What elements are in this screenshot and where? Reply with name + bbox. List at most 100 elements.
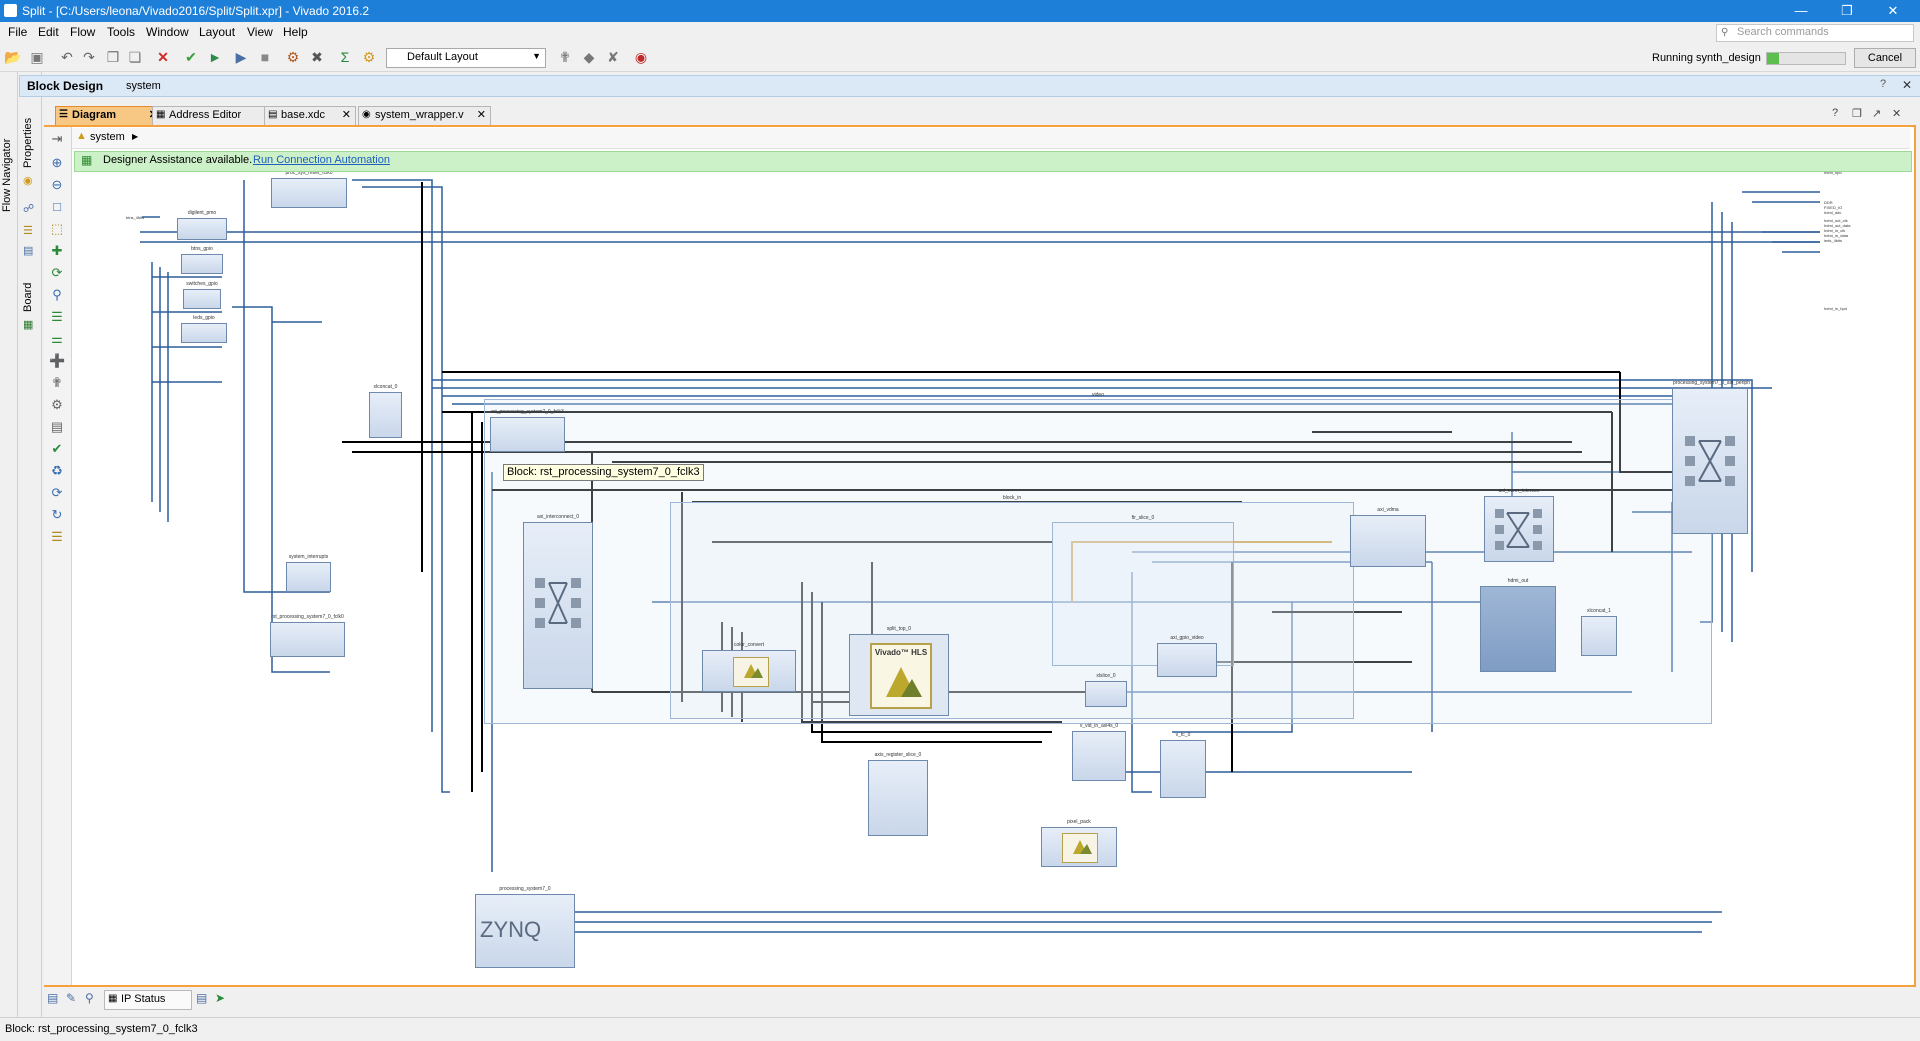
pin-icon[interactable]: ✟ xyxy=(556,48,574,66)
minimize-button[interactable]: — xyxy=(1778,0,1824,22)
close-tab-icon[interactable]: ✕ xyxy=(342,108,351,121)
zynq-processing-system-block[interactable]: processing_system7_0 ZYNQ xyxy=(475,886,575,968)
gear-icon[interactable]: ⚙ xyxy=(360,48,378,66)
menu-flow[interactable]: Flow xyxy=(70,25,95,39)
breadcrumb-system[interactable]: system xyxy=(90,131,125,143)
library-icon[interactable]: ☰ xyxy=(23,224,33,237)
run-all-icon[interactable]: ► xyxy=(206,48,224,66)
log-icon[interactable]: ▤ xyxy=(196,991,207,1005)
validate-design-icon[interactable]: ✔ xyxy=(182,48,200,66)
axi-interconnect-block[interactable]: axi_interconnect_0 xyxy=(523,514,593,689)
settings-icon[interactable]: ⚙ xyxy=(49,397,65,413)
color-convert-block[interactable]: color_convert xyxy=(702,642,796,692)
xlslice-block[interactable]: xlslice_0 xyxy=(1085,673,1127,707)
add-ip-icon[interactable]: ➕ xyxy=(49,353,65,369)
tab-base-xdc[interactable]: ▤ base.xdc ✕ xyxy=(264,106,356,126)
delete-icon[interactable]: ✕ xyxy=(154,48,172,66)
copy-icon[interactable]: ❐ xyxy=(104,48,122,66)
zoom-out-icon[interactable]: ⊖ xyxy=(49,177,65,193)
run-icon[interactable]: ▶ xyxy=(232,48,250,66)
layout-select[interactable]: Default Layout ▼ xyxy=(386,48,546,68)
axi-gpio-video-block[interactable]: axi_gpio_video xyxy=(1157,635,1217,677)
console-icon[interactable]: ▤ xyxy=(47,991,58,1005)
save-icon[interactable]: ▣ xyxy=(28,48,46,66)
system-interrupts-block[interactable]: system_interrupts xyxy=(286,554,331,592)
help-icon[interactable]: ? xyxy=(1880,78,1886,90)
redo-icon[interactable]: ↷ xyxy=(80,48,98,66)
close-window-button[interactable]: ✕ xyxy=(1870,0,1916,22)
rotate-icon[interactable]: ↻ xyxy=(49,507,65,523)
axi-gpio-block-1[interactable]: digilent_pmo xyxy=(177,210,227,240)
close-tab-icon[interactable]: ✕ xyxy=(477,108,486,121)
sum-icon[interactable]: Σ xyxy=(336,48,354,66)
float-icon[interactable]: ↗ xyxy=(1872,107,1881,120)
ruler-icon[interactable]: ☰ xyxy=(49,529,65,545)
ps7-axi-periph-block[interactable]: processing_system7_0_axi_periph xyxy=(1672,380,1750,534)
reports-icon[interactable]: ⚲ xyxy=(85,991,94,1005)
axi-gpio-block-3[interactable]: switches_gpio xyxy=(183,281,221,309)
restore-button[interactable]: ❐ xyxy=(1824,0,1870,22)
stop-icon[interactable]: ■ xyxy=(256,48,274,66)
axi-gpio-block-4[interactable]: leds_gpio xyxy=(181,315,227,343)
v-tc-block[interactable]: v_tc_0 xyxy=(1160,732,1206,798)
validate-icon[interactable]: ✔ xyxy=(49,441,65,457)
axi-gpio-block-2[interactable]: btns_gpio xyxy=(181,246,223,274)
regenerate-layout-icon[interactable]: ♻ xyxy=(49,463,65,479)
block-diagram-canvas[interactable]: video block_in fir_slice_0 proc_sys_rese… xyxy=(72,172,1910,980)
proc-sys-reset-block[interactable]: proc_sys_reset_fclk0 xyxy=(271,172,347,208)
collapse-icon[interactable]: ⇥ xyxy=(49,131,65,147)
flow-navigator-tab[interactable]: Flow Navigator xyxy=(1,139,13,212)
board-icon[interactable]: ▦ xyxy=(23,318,33,331)
tab-system-wrapper[interactable]: ◉ system_wrapper.v ✕ xyxy=(358,106,491,126)
connect-icon[interactable]: ✟ xyxy=(49,375,65,391)
open-project-icon[interactable]: 📂 xyxy=(4,48,22,66)
refresh-icon[interactable]: ⟳ xyxy=(49,485,65,501)
ports-icon[interactable]: ▤ xyxy=(49,419,65,435)
close-panel-icon[interactable]: ✕ xyxy=(1902,78,1912,92)
cancel-button[interactable]: Cancel xyxy=(1854,48,1916,68)
axis-register-slice-block[interactable]: axis_register_slice_0 xyxy=(868,752,928,836)
xlconcat-block-2[interactable]: xlconcat_1 xyxy=(1581,608,1617,656)
help-icon[interactable]: ? xyxy=(1832,107,1838,119)
hdmi-out-block[interactable]: hdmi_out xyxy=(1480,578,1556,672)
board-tab[interactable]: Board xyxy=(22,283,34,312)
rst-processing-system-block[interactable]: rst_processing_system7_0_fclk3 xyxy=(490,409,565,452)
select-area-icon[interactable]: ⬚ xyxy=(49,221,65,237)
vivado-hls-block[interactable]: split_top_0 Vivado™ HLS xyxy=(849,626,949,716)
menu-file[interactable]: File xyxy=(8,25,27,39)
hierarchy-icon[interactable]: ☍ xyxy=(23,202,34,215)
expand-all-icon[interactable]: ☰ xyxy=(49,309,65,325)
axi-mem-intercon-block[interactable]: axi_mem_intercon xyxy=(1484,488,1554,562)
menu-view[interactable]: View xyxy=(247,25,273,39)
restore-view-icon[interactable]: ❐ xyxy=(1852,107,1862,120)
zoom-fit-icon[interactable]: □ xyxy=(49,199,65,215)
menu-tools[interactable]: Tools xyxy=(107,25,135,39)
settings-icon[interactable]: ⚙ xyxy=(284,48,302,66)
diamond-icon[interactable]: ◆ xyxy=(580,48,598,66)
tab-address-editor[interactable]: ▦ Address Editor ✕ xyxy=(152,106,281,126)
menu-layout[interactable]: Layout xyxy=(199,25,235,39)
run-tcl-icon[interactable]: ➤ xyxy=(215,991,225,1005)
chevron-right-icon[interactable]: ▶ xyxy=(132,132,138,141)
collapse-all-icon[interactable]: ⚌ xyxy=(49,331,65,347)
probe-icon[interactable]: ✘ xyxy=(604,48,622,66)
undo-icon[interactable]: ↶ xyxy=(58,48,76,66)
menu-edit[interactable]: Edit xyxy=(38,25,59,39)
menu-help[interactable]: Help xyxy=(283,25,308,39)
fit-icon[interactable]: ✚ xyxy=(49,243,65,259)
properties-icon[interactable]: ◉ xyxy=(23,174,33,187)
search-diagram-icon[interactable]: ⚲ xyxy=(49,287,65,303)
concat-block[interactable]: xlconcat_0 xyxy=(369,384,402,438)
tab-diagram[interactable]: ☰ Diagram ✕ xyxy=(55,106,163,126)
document-icon[interactable]: ▤ xyxy=(23,244,33,257)
close-icon[interactable]: ✕ xyxy=(1892,107,1901,120)
search-commands-input[interactable]: ⚲ Search commands xyxy=(1716,24,1914,42)
tools-icon[interactable]: ✖ xyxy=(308,48,326,66)
messages-icon[interactable]: ✎ xyxy=(66,991,76,1005)
auto-fit-icon[interactable]: ⟳ xyxy=(49,265,65,281)
debug-icon[interactable]: ◉ xyxy=(632,48,650,66)
rst-processing-system-block-2[interactable]: rst_processing_system7_0_fclk0 xyxy=(270,614,345,657)
pixel-pack-block[interactable]: pixel_pack xyxy=(1041,819,1117,867)
v-vid-in-axi4s-block[interactable]: v_vid_in_axi4s_0 xyxy=(1072,723,1126,781)
axi-vdma-block[interactable]: axi_vdma xyxy=(1350,507,1426,567)
